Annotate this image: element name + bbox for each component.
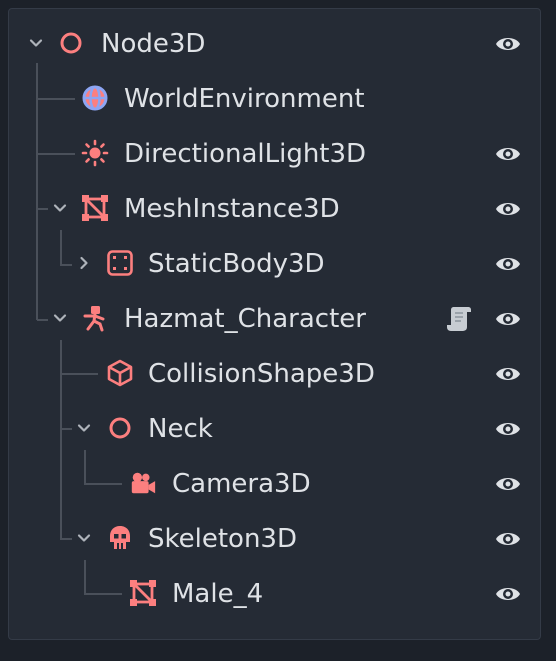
visibility-eye-icon[interactable] (493, 194, 523, 224)
circle-node-icon (57, 29, 85, 57)
chevron-down-icon[interactable] (74, 418, 94, 438)
tree-item-staticbody3d[interactable]: StaticBody3D (0, 236, 556, 291)
cube-icon (106, 359, 134, 387)
tree-item-directionallight3d[interactable]: DirectionalLight3D (0, 126, 556, 181)
tree-item-label: Hazmat_Character (124, 304, 366, 334)
tree-item-neck[interactable]: Neck (0, 401, 556, 456)
chevron-down-icon[interactable] (74, 528, 94, 548)
script-icon[interactable] (445, 304, 473, 334)
tree-item-worldenvironment[interactable]: WorldEnvironment (0, 71, 556, 126)
camera-icon (129, 469, 157, 497)
visibility-eye-icon[interactable] (493, 29, 523, 59)
sun-icon (81, 139, 109, 167)
tree-item-label: Skeleton3D (148, 524, 297, 554)
tree-item-label: DirectionalLight3D (124, 139, 367, 169)
visibility-eye-icon[interactable] (493, 524, 523, 554)
visibility-eye-icon[interactable] (493, 414, 523, 444)
chevron-down-icon[interactable] (50, 308, 70, 328)
tree-item-label: WorldEnvironment (124, 84, 365, 114)
chevron-right-icon[interactable] (74, 253, 94, 273)
mesh-icon (81, 194, 109, 222)
visibility-eye-icon[interactable] (493, 249, 523, 279)
globe-icon (81, 84, 109, 112)
static-body-icon (106, 249, 134, 277)
tree-item-label: CollisionShape3D (148, 359, 375, 389)
tree-item-skeleton3d[interactable]: Skeleton3D (0, 511, 556, 566)
tree-item-label: MeshInstance3D (124, 194, 340, 224)
skull-icon (106, 524, 134, 552)
tree-item-meshinstance3d[interactable]: MeshInstance3D (0, 181, 556, 236)
tree-item-collisionshape3d[interactable]: CollisionShape3D (0, 346, 556, 401)
character-body-icon (81, 304, 109, 332)
circle-node-icon (106, 414, 134, 442)
tree-item-camera3d[interactable]: Camera3D (0, 456, 556, 511)
tree-item-hazmat-character[interactable]: Hazmat_Character (0, 291, 556, 346)
chevron-down-icon[interactable] (50, 198, 70, 218)
tree-item-label: Node3D (101, 29, 206, 59)
tree-item-male-4[interactable]: Male_4 (0, 566, 556, 621)
tree-item-node3d[interactable]: Node3D (0, 16, 556, 71)
chevron-down-icon[interactable] (26, 33, 46, 53)
tree-item-label: StaticBody3D (148, 249, 325, 279)
visibility-eye-icon[interactable] (493, 304, 523, 334)
visibility-eye-icon[interactable] (493, 579, 523, 609)
mesh-icon (129, 579, 157, 607)
visibility-eye-icon[interactable] (493, 139, 523, 169)
visibility-eye-icon[interactable] (493, 359, 523, 389)
visibility-eye-icon[interactable] (493, 469, 523, 499)
tree-item-label: Camera3D (172, 469, 311, 499)
tree-item-label: Neck (148, 414, 213, 444)
tree-item-label: Male_4 (172, 579, 264, 609)
